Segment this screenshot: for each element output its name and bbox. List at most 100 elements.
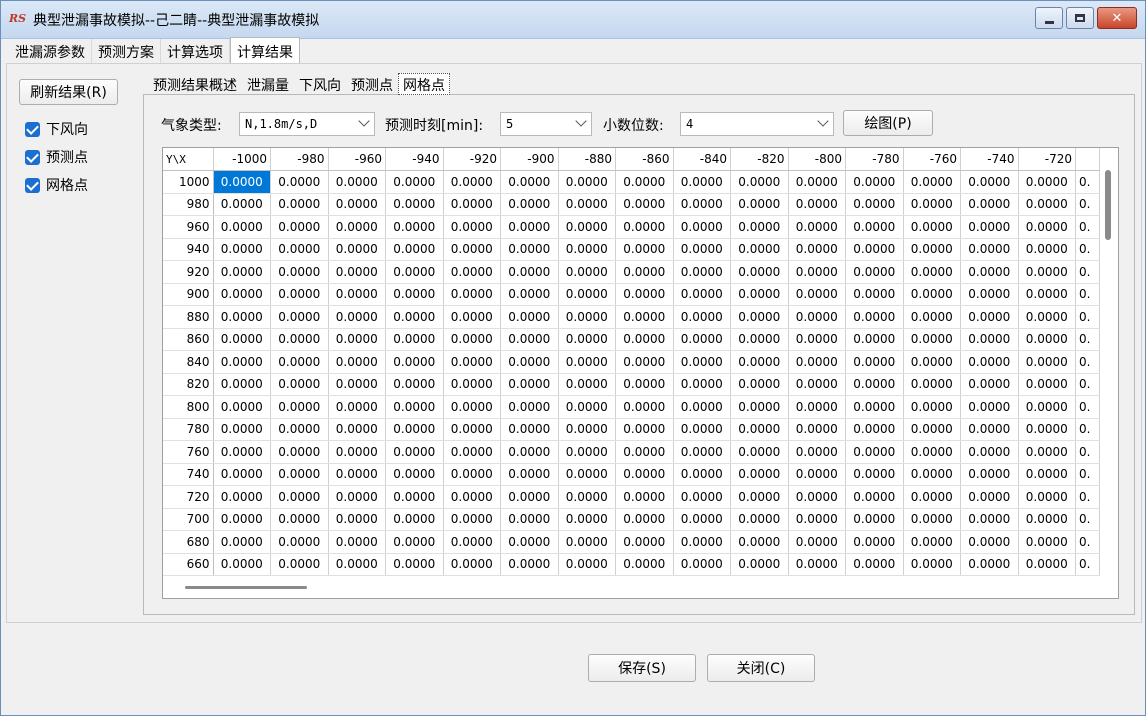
grid-cell[interactable]: 0.0000 [730, 215, 789, 239]
grid-cell[interactable]: 0.0000 [903, 463, 961, 486]
grid-cell[interactable]: 0.0000 [500, 463, 559, 486]
grid-cell[interactable]: 0. [1075, 485, 1100, 509]
grid-row-header[interactable]: 740 [163, 463, 214, 486]
grid-cell[interactable]: 0.0000 [213, 170, 271, 194]
grid-cell[interactable]: 0.0000 [270, 350, 329, 374]
grid-cell[interactable]: 0.0000 [385, 260, 444, 284]
grid-cell[interactable]: 0.0000 [385, 350, 444, 374]
grid-cell[interactable]: 0.0000 [385, 485, 444, 509]
grid-cell[interactable]: 0.0000 [903, 440, 961, 464]
grid-cell[interactable]: 0.0000 [615, 530, 674, 554]
grid-cell[interactable]: 0.0000 [673, 553, 731, 576]
grid-cell[interactable]: 0.0000 [270, 260, 329, 284]
grid-cell[interactable]: 0.0000 [960, 260, 1019, 284]
grid-cell[interactable]: 0.0000 [270, 485, 329, 509]
grid-row-header[interactable]: 760 [163, 440, 214, 464]
grid-cell[interactable]: 0.0000 [1018, 463, 1076, 486]
grid-cell[interactable]: 0. [1075, 283, 1100, 306]
grid-cell[interactable]: 0.0000 [213, 463, 271, 486]
grid-cell[interactable]: 0.0000 [903, 305, 961, 329]
grid-cell[interactable]: 0. [1075, 373, 1100, 396]
grid-cell[interactable]: 0.0000 [845, 418, 904, 441]
grid-cell[interactable]: 0.0000 [443, 283, 501, 306]
grid-cell[interactable]: 0.0000 [730, 463, 789, 486]
grid-cell[interactable]: 0.0000 [845, 508, 904, 531]
grid-cell[interactable]: 0.0000 [845, 260, 904, 284]
grid-cell[interactable]: 0.0000 [788, 485, 846, 509]
grid-row-header[interactable]: 720 [163, 485, 214, 509]
maximize-button[interactable] [1066, 7, 1094, 29]
grid-cell[interactable]: 0.0000 [845, 463, 904, 486]
grid-cell[interactable]: 0.0000 [960, 170, 1019, 194]
grid-cell[interactable]: 0.0000 [730, 305, 789, 329]
grid-cell[interactable]: 0.0000 [385, 283, 444, 306]
grid-cell[interactable]: 0.0000 [615, 350, 674, 374]
checkbox-prediction-points[interactable]: 预测点 [25, 147, 88, 167]
grid-cell[interactable]: 0.0000 [788, 440, 846, 464]
grid-cell[interactable]: 0.0000 [615, 395, 674, 419]
grid-cell[interactable]: 0.0000 [903, 530, 961, 554]
grid-cell[interactable]: 0. [1075, 193, 1100, 216]
grid-cell[interactable]: 0.0000 [443, 508, 501, 531]
grid-cell[interactable]: 0.0000 [788, 305, 846, 329]
grid-column-header[interactable]: -860 [615, 148, 674, 171]
grid-cell[interactable]: 0.0000 [673, 418, 731, 441]
grid-cell[interactable]: 0. [1075, 463, 1100, 486]
grid-cell[interactable]: 0.0000 [903, 508, 961, 531]
grid-cell[interactable]: 0.0000 [270, 418, 329, 441]
grid-cell[interactable]: 0.0000 [960, 508, 1019, 531]
grid-cell[interactable]: 0.0000 [1018, 440, 1076, 464]
tab-top-3[interactable]: 计算结果 [230, 37, 300, 63]
grid-cell[interactable]: 0.0000 [615, 440, 674, 464]
grid-column-header[interactable]: -740 [960, 148, 1019, 171]
grid-cell[interactable]: 0.0000 [558, 350, 616, 374]
grid-cell[interactable]: 0. [1075, 305, 1100, 329]
grid-cell[interactable]: 0.0000 [673, 440, 731, 464]
grid-cell[interactable]: 0. [1075, 395, 1100, 419]
grid-cell[interactable]: 0.0000 [213, 485, 271, 509]
grid-cell[interactable]: 0.0000 [615, 193, 674, 216]
grid-cell[interactable]: 0.0000 [500, 215, 559, 239]
tab-sub-4[interactable]: 网格点 [398, 73, 450, 95]
grid-cell[interactable]: 0.0000 [845, 193, 904, 216]
grid-cell[interactable]: 0.0000 [960, 418, 1019, 441]
grid-cell[interactable]: 0.0000 [730, 193, 789, 216]
vertical-scrollbar-thumb[interactable] [1105, 170, 1111, 240]
grid-cell[interactable]: 0.0000 [500, 553, 559, 576]
grid-cell[interactable]: 0.0000 [730, 395, 789, 419]
grid-cell[interactable]: 0.0000 [615, 485, 674, 509]
grid-cell[interactable]: 0.0000 [615, 553, 674, 576]
grid-cell[interactable]: 0. [1075, 530, 1100, 554]
grid-cell[interactable]: 0.0000 [788, 238, 846, 261]
grid-cell[interactable]: 0.0000 [1018, 170, 1076, 194]
grid-cell[interactable]: 0.0000 [903, 260, 961, 284]
grid-row-header[interactable]: 820 [163, 373, 214, 396]
grid-cell[interactable]: 0.0000 [500, 530, 559, 554]
grid-cell[interactable]: 0.0000 [615, 305, 674, 329]
grid-cell[interactable]: 0.0000 [615, 373, 674, 396]
grid-cell[interactable]: 0.0000 [558, 238, 616, 261]
grid-cell[interactable]: 0.0000 [673, 170, 731, 194]
grid-cell[interactable]: 0.0000 [385, 530, 444, 554]
grid-cell[interactable]: 0.0000 [385, 395, 444, 419]
grid-column-header[interactable]: -720 [1018, 148, 1076, 171]
grid-cell[interactable]: 0.0000 [385, 238, 444, 261]
grid-cell[interactable]: 0.0000 [673, 485, 731, 509]
grid-cell[interactable]: 0.0000 [558, 215, 616, 239]
grid-cell[interactable]: 0.0000 [1018, 305, 1076, 329]
grid-cell[interactable]: 0. [1075, 350, 1100, 374]
grid-cell[interactable]: 0.0000 [673, 463, 731, 486]
grid-cell[interactable]: 0.0000 [960, 530, 1019, 554]
grid-cell[interactable]: 0.0000 [960, 553, 1019, 576]
grid-column-header[interactable]: -800 [788, 148, 846, 171]
grid-cell[interactable]: 0.0000 [443, 440, 501, 464]
grid-cell[interactable]: 0.0000 [443, 305, 501, 329]
grid-cell[interactable]: 0.0000 [328, 328, 386, 351]
grid-cell[interactable]: 0.0000 [213, 350, 271, 374]
tab-top-2[interactable]: 计算选项 [161, 39, 230, 63]
grid-cell[interactable]: 0.0000 [845, 215, 904, 239]
grid-cell[interactable]: 0.0000 [500, 193, 559, 216]
grid-cell[interactable]: 0.0000 [213, 305, 271, 329]
grid-row-header[interactable]: 960 [163, 215, 214, 239]
prediction-time-select[interactable]: 5 [500, 112, 592, 136]
